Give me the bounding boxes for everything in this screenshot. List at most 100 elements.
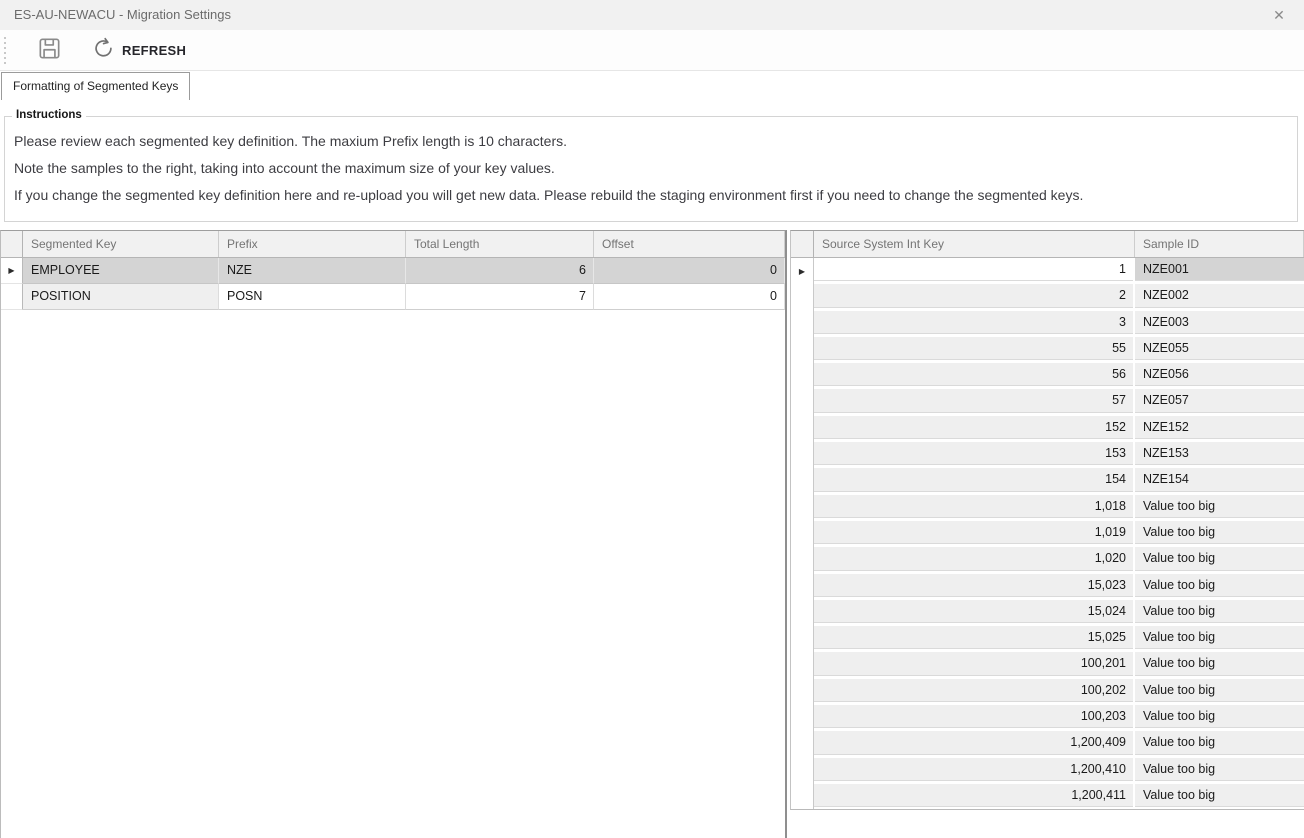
- row-selector-cell[interactable]: [791, 731, 814, 757]
- sample-row[interactable]: 100,203 Value too big: [791, 705, 1304, 731]
- cell-sample-id[interactable]: Value too big: [1135, 574, 1304, 600]
- cell-sample-id[interactable]: Value too big: [1135, 679, 1304, 705]
- cell-offset[interactable]: 0: [594, 258, 785, 284]
- cell-sample-id[interactable]: NZE001: [1135, 258, 1304, 284]
- cell-source-system-int-key[interactable]: 56: [814, 363, 1135, 389]
- cell-sample-id[interactable]: Value too big: [1135, 626, 1304, 652]
- cell-source-system-int-key[interactable]: 100,201: [814, 652, 1135, 678]
- cell-sample-id[interactable]: Value too big: [1135, 758, 1304, 784]
- cell-sample-id[interactable]: NZE152: [1135, 416, 1304, 442]
- row-selector-cell[interactable]: [791, 337, 814, 363]
- cell-source-system-int-key[interactable]: 55: [814, 337, 1135, 363]
- cell-sample-id[interactable]: NZE002: [1135, 284, 1304, 310]
- cell-sample-id[interactable]: NZE055: [1135, 337, 1304, 363]
- sample-row[interactable]: 153 NZE153: [791, 442, 1304, 468]
- cell-source-system-int-key[interactable]: 152: [814, 416, 1135, 442]
- cell-source-system-int-key[interactable]: 1,020: [814, 547, 1135, 573]
- cell-sample-id[interactable]: NZE154: [1135, 468, 1304, 494]
- sample-row[interactable]: 154 NZE154: [791, 468, 1304, 494]
- sample-row[interactable]: 56 NZE056: [791, 363, 1304, 389]
- row-selector-cell[interactable]: [791, 574, 814, 600]
- cell-offset[interactable]: 0: [594, 284, 785, 310]
- cell-source-system-int-key[interactable]: 1,200,411: [814, 784, 1135, 810]
- cell-sample-id[interactable]: Value too big: [1135, 495, 1304, 521]
- cell-sample-id[interactable]: Value too big: [1135, 521, 1304, 547]
- cell-source-system-int-key[interactable]: 153: [814, 442, 1135, 468]
- cell-source-system-int-key[interactable]: 1: [814, 258, 1135, 284]
- row-selector-cell[interactable]: [791, 626, 814, 652]
- row-selector-cell[interactable]: [791, 784, 814, 810]
- cell-prefix[interactable]: NZE: [219, 258, 406, 284]
- column-header-source-system-int-key[interactable]: Source System Int Key: [814, 231, 1135, 257]
- cell-source-system-int-key[interactable]: 1,200,409: [814, 731, 1135, 757]
- cell-source-system-int-key[interactable]: 1,200,410: [814, 758, 1135, 784]
- sample-row[interactable]: 1,020 Value too big: [791, 547, 1304, 573]
- refresh-button[interactable]: REFRESH: [86, 33, 192, 67]
- row-selector-cell[interactable]: [791, 416, 814, 442]
- cell-source-system-int-key[interactable]: 1,018: [814, 495, 1135, 521]
- cell-sample-id[interactable]: NZE153: [1135, 442, 1304, 468]
- sample-row[interactable]: 152 NZE152: [791, 416, 1304, 442]
- cell-sample-id[interactable]: Value too big: [1135, 705, 1304, 731]
- row-selector-cell[interactable]: [791, 758, 814, 784]
- row-selector-cell[interactable]: [791, 258, 814, 284]
- cell-source-system-int-key[interactable]: 1,019: [814, 521, 1135, 547]
- sample-row[interactable]: 1 NZE001: [791, 258, 1304, 284]
- row-selector-cell[interactable]: [791, 495, 814, 521]
- close-icon[interactable]: ✕: [1264, 0, 1294, 30]
- sample-row[interactable]: 1,200,409 Value too big: [791, 731, 1304, 757]
- sample-row[interactable]: 100,202 Value too big: [791, 679, 1304, 705]
- column-header-offset[interactable]: Offset: [594, 231, 785, 257]
- cell-source-system-int-key[interactable]: 57: [814, 389, 1135, 415]
- row-selector-cell[interactable]: [791, 679, 814, 705]
- column-header-sample-id[interactable]: Sample ID: [1135, 231, 1304, 257]
- segmented-key-row[interactable]: EMPLOYEE NZE 6 0: [1, 258, 785, 284]
- tab-formatting-of-segmented-keys[interactable]: Formatting of Segmented Keys: [1, 72, 190, 100]
- row-selector-cell[interactable]: [791, 600, 814, 626]
- row-selector-cell[interactable]: [1, 284, 23, 310]
- segmented-key-row[interactable]: POSITION POSN 7 0: [1, 284, 785, 310]
- row-selector-cell[interactable]: [791, 284, 814, 310]
- cell-segmented-key[interactable]: POSITION: [23, 284, 219, 310]
- cell-sample-id[interactable]: Value too big: [1135, 731, 1304, 757]
- row-selector-cell[interactable]: [791, 652, 814, 678]
- row-selector-cell[interactable]: [1, 258, 23, 284]
- row-selector-cell[interactable]: [791, 442, 814, 468]
- sample-row[interactable]: 1,018 Value too big: [791, 495, 1304, 521]
- cell-source-system-int-key[interactable]: 100,202: [814, 679, 1135, 705]
- sample-row[interactable]: 2 NZE002: [791, 284, 1304, 310]
- cell-source-system-int-key[interactable]: 15,023: [814, 574, 1135, 600]
- cell-sample-id[interactable]: Value too big: [1135, 784, 1304, 810]
- cell-source-system-int-key[interactable]: 3: [814, 311, 1135, 337]
- row-selector-cell[interactable]: [791, 705, 814, 731]
- cell-sample-id[interactable]: Value too big: [1135, 652, 1304, 678]
- sample-row[interactable]: 15,023 Value too big: [791, 574, 1304, 600]
- row-selector-cell[interactable]: [791, 311, 814, 337]
- sample-row[interactable]: 1,200,410 Value too big: [791, 758, 1304, 784]
- row-selector-cell[interactable]: [791, 521, 814, 547]
- sample-row[interactable]: 15,024 Value too big: [791, 600, 1304, 626]
- column-header-prefix[interactable]: Prefix: [219, 231, 406, 257]
- cell-source-system-int-key[interactable]: 15,025: [814, 626, 1135, 652]
- row-selector-cell[interactable]: [791, 468, 814, 494]
- sample-row[interactable]: 1,200,411 Value too big: [791, 784, 1304, 810]
- row-selector-cell[interactable]: [791, 363, 814, 389]
- cell-total-length[interactable]: 6: [406, 258, 594, 284]
- sample-row[interactable]: 3 NZE003: [791, 311, 1304, 337]
- row-selector-cell[interactable]: [791, 547, 814, 573]
- sample-row[interactable]: 57 NZE057: [791, 389, 1304, 415]
- column-header-segmented-key[interactable]: Segmented Key: [23, 231, 219, 257]
- cell-sample-id[interactable]: NZE057: [1135, 389, 1304, 415]
- row-selector-cell[interactable]: [791, 389, 814, 415]
- cell-total-length[interactable]: 7: [406, 284, 594, 310]
- cell-source-system-int-key[interactable]: 2: [814, 284, 1135, 310]
- column-header-total-length[interactable]: Total Length: [406, 231, 594, 257]
- cell-sample-id[interactable]: Value too big: [1135, 600, 1304, 626]
- cell-segmented-key[interactable]: EMPLOYEE: [23, 258, 219, 284]
- cell-prefix[interactable]: POSN: [219, 284, 406, 310]
- sample-row[interactable]: 15,025 Value too big: [791, 626, 1304, 652]
- cell-sample-id[interactable]: NZE003: [1135, 311, 1304, 337]
- sample-row[interactable]: 55 NZE055: [791, 337, 1304, 363]
- save-button[interactable]: [30, 33, 68, 67]
- toolbar-grip-icon[interactable]: [4, 37, 6, 64]
